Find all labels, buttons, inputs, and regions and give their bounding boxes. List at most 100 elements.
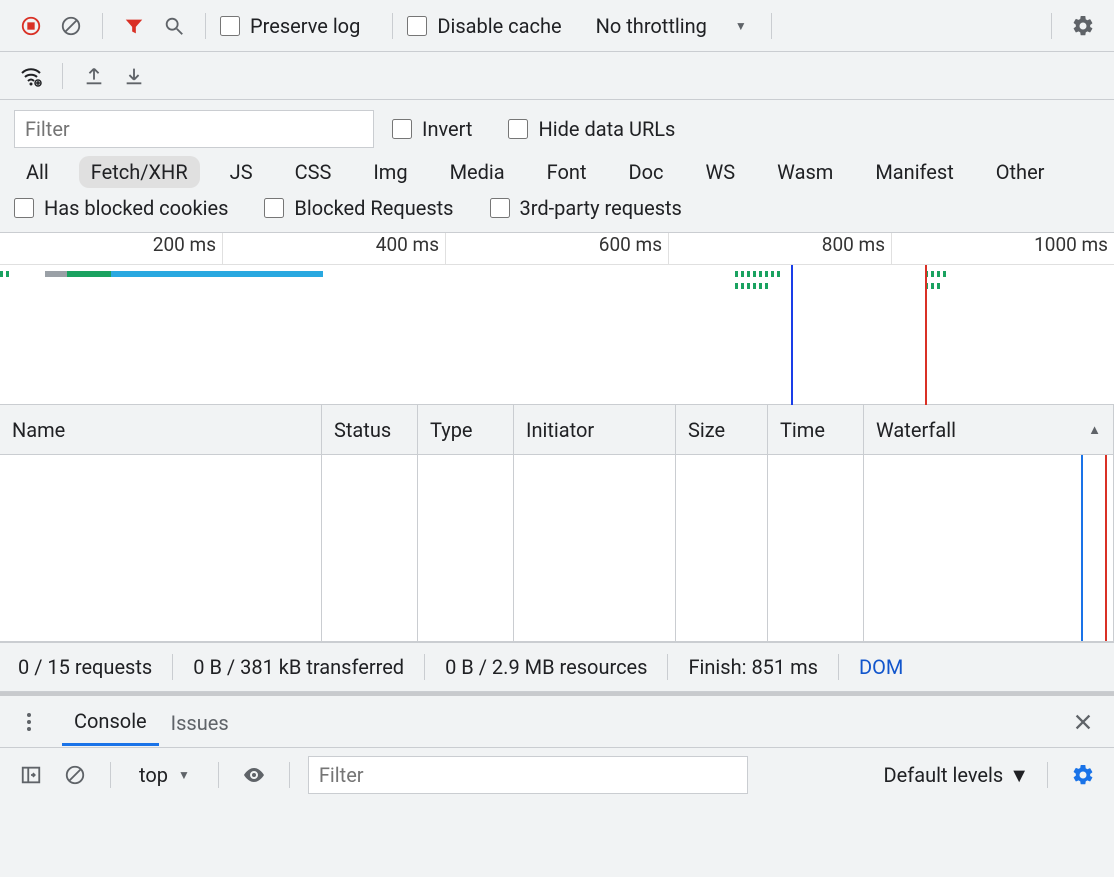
close-drawer-icon[interactable]: [1066, 705, 1100, 739]
search-icon[interactable]: [157, 9, 191, 43]
domcontentloaded-marker: [791, 265, 793, 405]
status-requests: 0 / 15 requests: [18, 655, 152, 679]
col-initiator[interactable]: Initiator: [514, 405, 676, 454]
overview-segment: [735, 271, 780, 277]
filter-type-js[interactable]: JS: [218, 156, 265, 188]
blocked-requests-checkbox[interactable]: Blocked Requests: [264, 196, 453, 220]
filter-type-all[interactable]: All: [14, 156, 61, 188]
divider: [1051, 13, 1052, 39]
filter-type-other[interactable]: Other: [984, 156, 1057, 188]
blocked-requests-input[interactable]: [264, 198, 284, 218]
status-bar: 0 / 15 requests 0 B / 381 kB transferred…: [0, 642, 1114, 692]
overview-ticks: 200 ms 400 ms 600 ms 800 ms 1000 ms: [0, 233, 1114, 265]
clear-button[interactable]: [54, 9, 88, 43]
network-overview[interactable]: 200 ms 400 ms 600 ms 800 ms 1000 ms: [0, 233, 1114, 405]
console-filter-input[interactable]: [308, 756, 748, 794]
log-levels-dropdown[interactable]: Default levels ▼: [884, 763, 1029, 788]
overview-bars: [0, 265, 1114, 405]
blocked-cookies-label: Has blocked cookies: [44, 196, 228, 220]
overview-segment: [925, 283, 942, 289]
divider: [392, 13, 393, 39]
load-marker: [925, 265, 927, 405]
console-toolbar: top ▼ Default levels ▼: [0, 748, 1114, 802]
status-transferred: 0 B / 381 kB transferred: [193, 655, 404, 679]
filter-type-doc[interactable]: Doc: [617, 156, 676, 188]
divider: [62, 63, 63, 89]
blocked-requests-label: Blocked Requests: [294, 196, 453, 220]
divider: [1047, 762, 1048, 788]
col-time[interactable]: Time: [768, 405, 864, 454]
overview-segment: [0, 271, 11, 277]
preserve-log-input[interactable]: [220, 16, 240, 36]
log-levels-label: Default levels: [884, 763, 1004, 787]
requests-table: Name Status Type Initiator Size Time Wat…: [0, 405, 1114, 642]
overview-segment: [67, 271, 112, 277]
import-har-icon[interactable]: [117, 59, 151, 93]
filter-type-fetch-xhr[interactable]: Fetch/XHR: [79, 156, 200, 188]
context-dropdown[interactable]: top ▼: [129, 759, 200, 791]
drawer-menu-icon[interactable]: [14, 707, 44, 737]
blocked-cookies-input[interactable]: [14, 198, 34, 218]
third-party-input[interactable]: [490, 198, 510, 218]
col-type[interactable]: Type: [418, 405, 514, 454]
filter-type-wasm[interactable]: Wasm: [765, 156, 845, 188]
hide-data-urls-label: Hide data URLs: [538, 117, 675, 141]
hide-data-urls-input[interactable]: [508, 119, 528, 139]
filter-type-css[interactable]: CSS: [283, 156, 344, 188]
tab-console[interactable]: Console: [62, 697, 159, 746]
console-clear-icon[interactable]: [58, 758, 92, 792]
tick: 800 ms: [669, 233, 892, 264]
disable-cache-input[interactable]: [407, 16, 427, 36]
col-size[interactable]: Size: [676, 405, 768, 454]
settings-icon[interactable]: [1066, 9, 1100, 43]
filter-type-media[interactable]: Media: [438, 156, 517, 188]
disable-cache-label: Disable cache: [437, 14, 561, 38]
context-label: top: [139, 763, 168, 787]
overview-segment: [111, 271, 323, 277]
status-finish: Finish: 851 ms: [688, 655, 818, 679]
tab-issues[interactable]: Issues: [159, 699, 241, 745]
filter-bar: Invert Hide data URLs All Fetch/XHR JS C…: [0, 100, 1114, 233]
col-waterfall[interactable]: Waterfall: [864, 405, 1114, 454]
third-party-checkbox[interactable]: 3rd-party requests: [490, 196, 682, 220]
console-sidebar-icon[interactable]: [14, 758, 48, 792]
col-name[interactable]: Name: [0, 405, 322, 454]
console-settings-icon[interactable]: [1066, 758, 1100, 792]
chevron-down-icon: ▼: [178, 768, 190, 782]
overview-segment: [925, 271, 947, 277]
disable-cache-checkbox[interactable]: Disable cache: [407, 14, 561, 38]
filter-input[interactable]: [14, 110, 374, 148]
drawer-tabs: Console Issues: [0, 696, 1114, 748]
preserve-log-label: Preserve log: [250, 14, 360, 38]
record-button[interactable]: [14, 9, 48, 43]
live-expression-icon[interactable]: [237, 758, 271, 792]
hide-data-urls-checkbox[interactable]: Hide data URLs: [508, 117, 675, 141]
preserve-log-checkbox[interactable]: Preserve log: [220, 14, 360, 38]
overview-segment: [735, 283, 768, 289]
status-resources: 0 B / 2.9 MB resources: [445, 655, 647, 679]
blocked-cookies-checkbox[interactable]: Has blocked cookies: [14, 196, 228, 220]
network-toolbar-2: [0, 52, 1114, 100]
invert-checkbox[interactable]: Invert: [392, 117, 472, 141]
export-har-icon[interactable]: [77, 59, 111, 93]
tick: 200 ms: [0, 233, 223, 264]
divider: [771, 13, 772, 39]
tick: 600 ms: [446, 233, 669, 264]
col-status[interactable]: Status: [322, 405, 418, 454]
filter-type-chips: All Fetch/XHR JS CSS Img Media Font Doc …: [14, 156, 1100, 188]
third-party-label: 3rd-party requests: [520, 196, 682, 220]
waterfall-dcl-line: [1081, 455, 1083, 641]
waterfall-load-line: [1105, 455, 1107, 641]
chevron-down-icon: ▼: [1009, 763, 1029, 788]
filter-type-ws[interactable]: WS: [694, 156, 748, 188]
invert-input[interactable]: [392, 119, 412, 139]
throttling-dropdown[interactable]: No throttling ▼: [586, 10, 757, 42]
status-dom: DOM: [859, 655, 903, 679]
divider: [110, 762, 111, 788]
invert-label: Invert: [422, 117, 472, 141]
filter-type-img[interactable]: Img: [361, 156, 419, 188]
filter-type-manifest[interactable]: Manifest: [863, 156, 965, 188]
filter-type-font[interactable]: Font: [535, 156, 599, 188]
network-conditions-icon[interactable]: [14, 59, 48, 93]
filter-toggle-icon[interactable]: [117, 9, 151, 43]
